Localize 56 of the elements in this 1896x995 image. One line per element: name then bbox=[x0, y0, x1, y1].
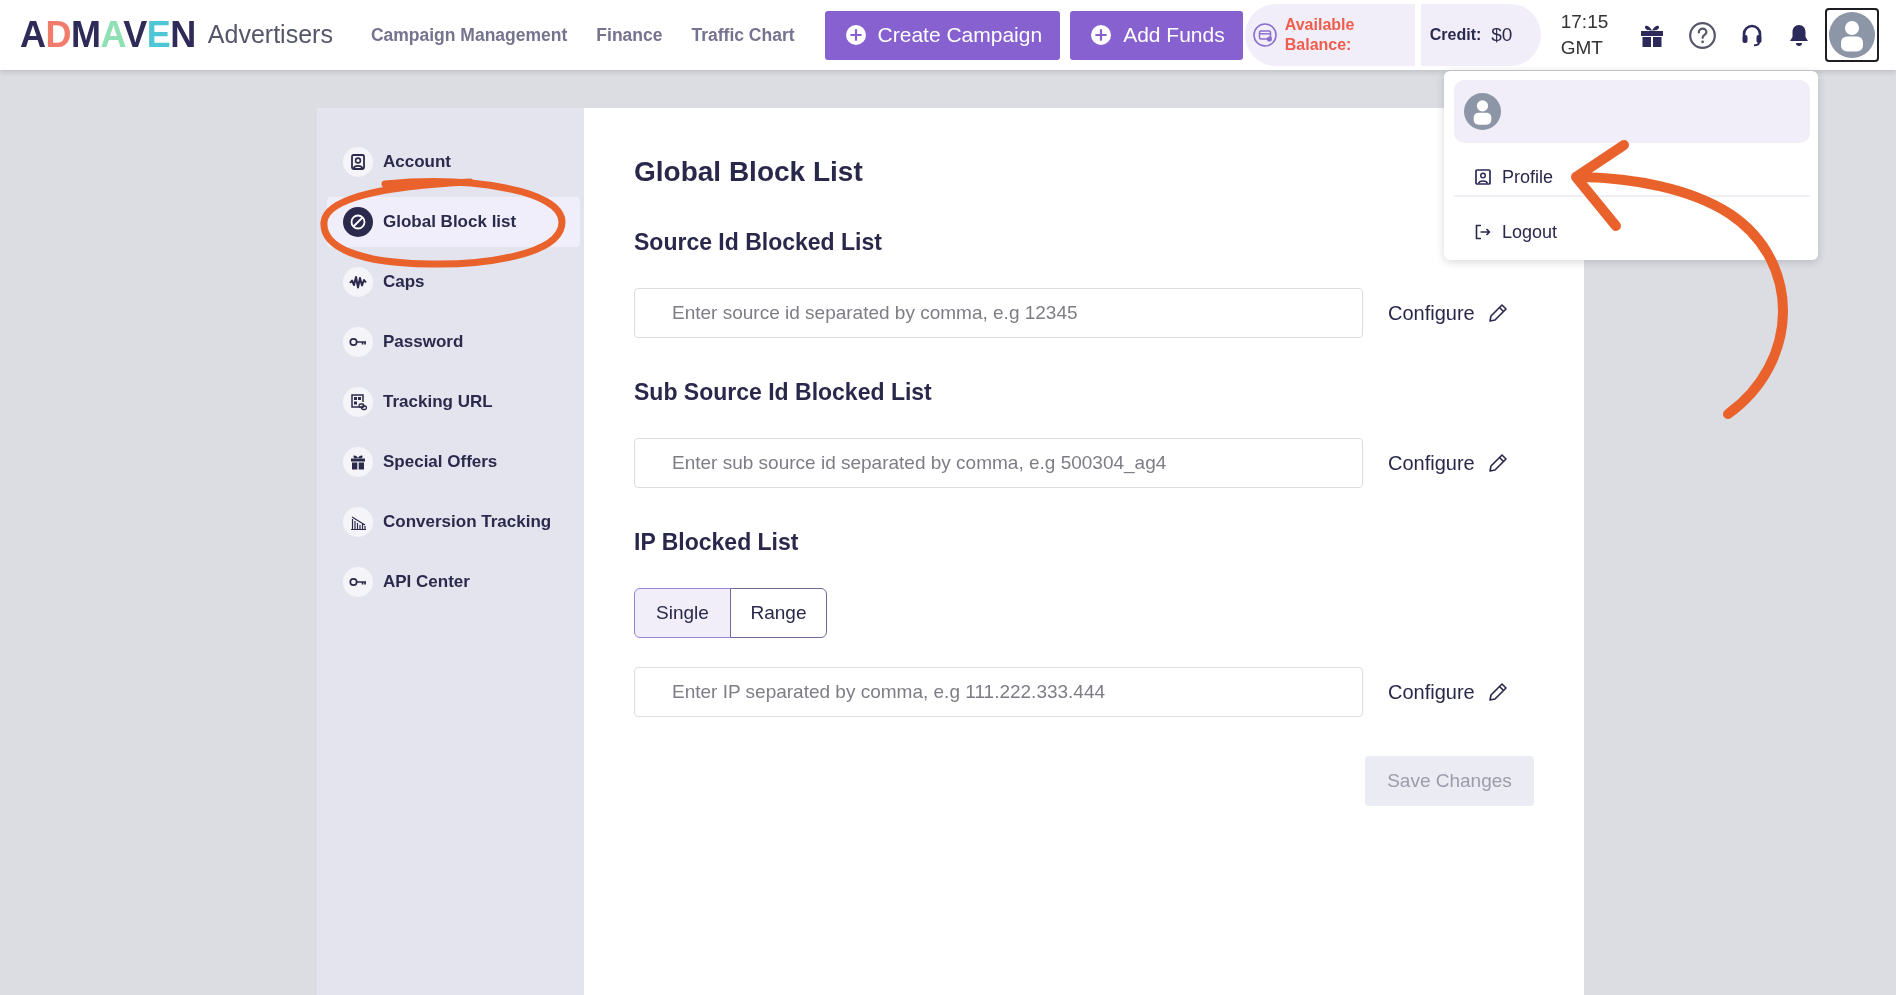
pencil-icon bbox=[1486, 302, 1509, 324]
avatar-icon bbox=[1464, 93, 1501, 130]
configure-button[interactable]: Configure bbox=[1384, 677, 1513, 707]
sidebar-item[interactable]: Tracking URL bbox=[327, 377, 580, 427]
header-action-button[interactable]: Add Funds bbox=[1070, 10, 1243, 60]
block-list-field[interactable]: Enter IP separated by comma, e.g 111.222.333.444 bbox=[634, 667, 1363, 717]
portrait-icon bbox=[343, 147, 373, 177]
sidebar-item[interactable]: Special Offers bbox=[327, 437, 580, 487]
pencil-icon bbox=[1486, 681, 1509, 703]
balance-label: Available Balance: bbox=[1284, 15, 1356, 55]
profile-menu-button[interactable] bbox=[1825, 8, 1880, 62]
section-heading: IP Blocked List bbox=[634, 528, 799, 557]
avatar-icon bbox=[1829, 12, 1876, 58]
section-heading: Source Id Blocked List bbox=[634, 228, 882, 257]
portrait-icon bbox=[1475, 169, 1491, 185]
block-list-field[interactable]: Enter source id separated by comma, e.g 12345 bbox=[634, 288, 1363, 338]
sidebar-item[interactable]: API Center bbox=[327, 557, 580, 607]
app-name: Advertisers bbox=[207, 19, 333, 51]
menu-item[interactable]: Profile bbox=[1454, 143, 1810, 195]
sidebar-item[interactable]: Password bbox=[327, 317, 580, 367]
configure-button[interactable]: Configure bbox=[1384, 448, 1513, 478]
card-icon bbox=[1252, 23, 1277, 47]
gift-icon bbox=[343, 447, 373, 477]
sidebar-item[interactable]: Caps bbox=[327, 257, 580, 307]
mode-toggle-button[interactable]: Range bbox=[730, 588, 827, 638]
sidebar-item[interactable]: Account bbox=[327, 137, 580, 187]
pencil-icon bbox=[1486, 452, 1509, 474]
logout-icon bbox=[1475, 224, 1491, 240]
sidebar-item[interactable]: Global Block list bbox=[327, 197, 580, 247]
block-list-field[interactable]: Enter sub source id separated by comma, e.g 500304_ag4 bbox=[634, 438, 1363, 488]
menu-item[interactable]: Logout bbox=[1454, 195, 1810, 246]
credit-value: $0 bbox=[1491, 22, 1513, 47]
mode-toggle-button[interactable]: Single bbox=[634, 588, 731, 638]
bar-chart-icon bbox=[343, 507, 373, 537]
timezone-text: GMT bbox=[1560, 36, 1604, 60]
nav-link[interactable]: Finance bbox=[596, 21, 663, 49]
plus-circle-icon bbox=[845, 25, 866, 45]
plus-circle-icon bbox=[1091, 25, 1112, 45]
prohibited-icon bbox=[343, 207, 373, 237]
credit-label: Credit: bbox=[1429, 25, 1482, 45]
brand-logo[interactable]: ADMAVEN bbox=[20, 17, 196, 53]
sidebar-item[interactable]: Conversion Tracking bbox=[327, 497, 580, 547]
key-icon bbox=[343, 567, 373, 597]
notification-bell-icon[interactable] bbox=[1788, 23, 1811, 47]
section-heading: Sub Source Id Blocked List bbox=[634, 378, 932, 407]
page-title: Global Block List bbox=[634, 155, 863, 189]
help-icon[interactable] bbox=[1689, 21, 1717, 49]
headset-icon[interactable] bbox=[1740, 23, 1765, 47]
nav-link[interactable]: Campaign Management bbox=[370, 21, 568, 49]
header-action-button[interactable]: Create Campaign bbox=[824, 10, 1061, 60]
nav-link[interactable]: Traffic Chart bbox=[691, 21, 795, 49]
time-text: 17:15 bbox=[1560, 10, 1609, 35]
configure-button[interactable]: Configure bbox=[1384, 298, 1513, 328]
document-link-icon bbox=[343, 387, 373, 417]
waveform-icon bbox=[343, 267, 373, 297]
key-icon bbox=[343, 327, 373, 357]
